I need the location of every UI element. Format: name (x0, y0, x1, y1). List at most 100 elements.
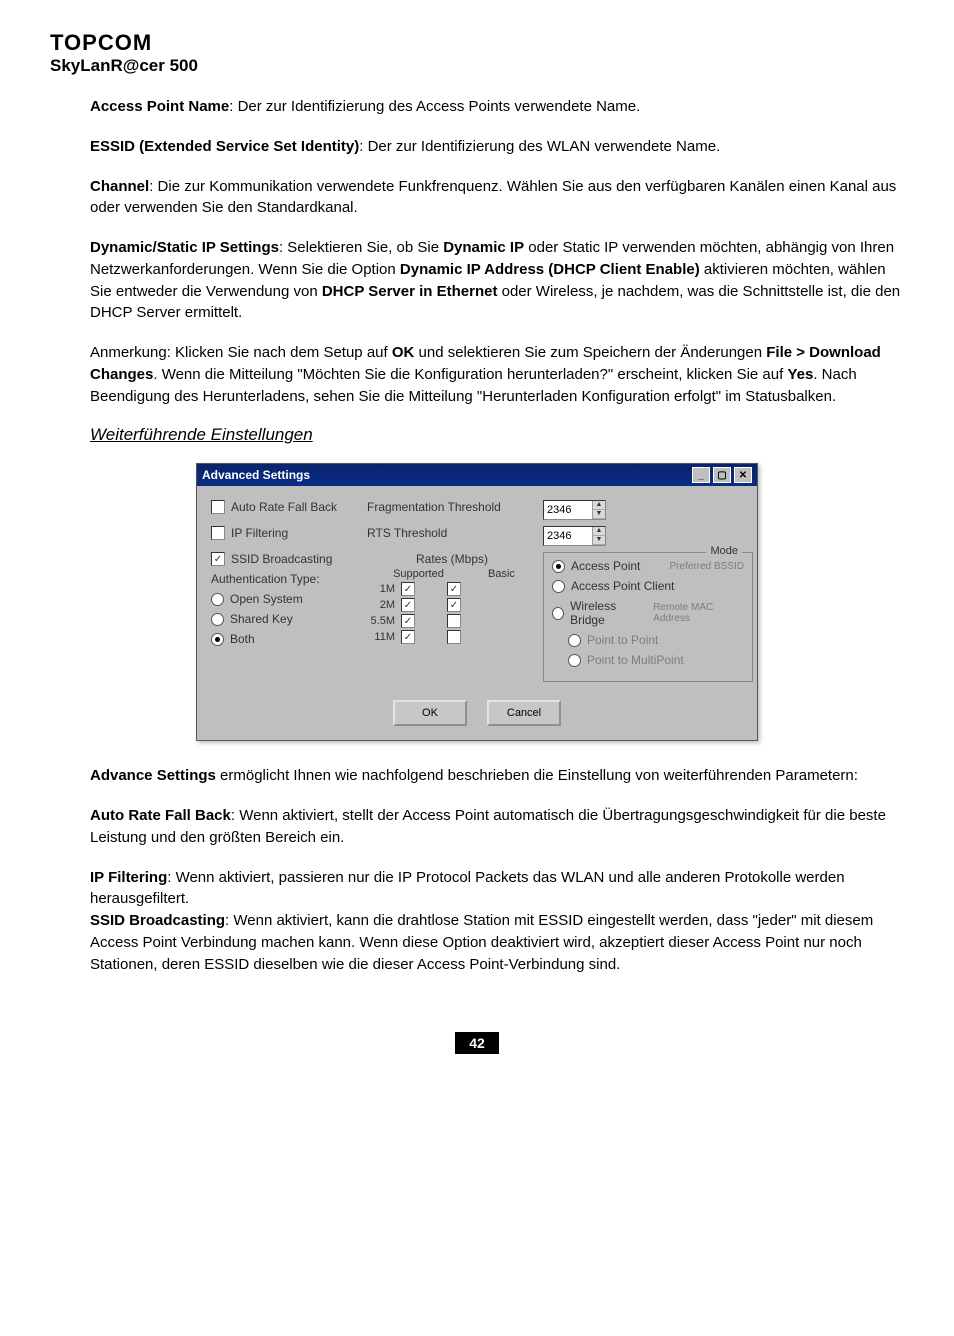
window-title: Advanced Settings (202, 468, 310, 482)
checkbox-icon (211, 500, 225, 514)
rts-threshold-field: ▲▼ (543, 526, 753, 546)
para-essid: ESSID (Extended Service Set Identity): D… (50, 136, 904, 158)
shared-key-radio[interactable]: Shared Key (211, 612, 361, 626)
close-icon[interactable]: ✕ (734, 467, 752, 483)
basic-col: Basic (488, 568, 515, 580)
brand-text: TOPCOM (50, 30, 904, 56)
label: Both (230, 632, 255, 646)
maximize-icon[interactable]: ▢ (713, 467, 731, 483)
titlebar-buttons: _ ▢ ✕ (692, 467, 752, 483)
rates-title: Rates (Mbps) (367, 552, 537, 566)
page-number: 42 (50, 1035, 904, 1052)
settings-panel: Auto Rate Fall Back Fragmentation Thresh… (197, 486, 757, 692)
label: Point to MultiPoint (587, 653, 684, 667)
page-number-badge: 42 (455, 1032, 499, 1054)
radio-icon (552, 580, 565, 593)
open-system-radio[interactable]: Open System (211, 592, 361, 606)
para-ip-ssid: IP Filtering: Wenn aktiviert, passieren … (50, 867, 904, 976)
para-note: Anmerkung: Klicken Sie nach dem Setup au… (50, 342, 904, 407)
radio-icon (211, 633, 224, 646)
supported-check[interactable]: ✓ (401, 614, 415, 628)
frag-value[interactable] (544, 503, 592, 517)
rest: : Der zur Identifizierung des Access Poi… (229, 98, 640, 115)
basic-check[interactable]: ✓ (447, 598, 461, 612)
mode-access-point[interactable]: Access Point Preferred BSSID (552, 559, 744, 573)
remote-mac-label: Remote MAC Address (653, 602, 744, 624)
lead: IP Filtering (90, 869, 167, 886)
rest: : Die zur Kommunikation verwendete Funkf… (90, 178, 896, 217)
mode-group: Mode Access Point Preferred BSSID Access… (543, 552, 753, 682)
supported-check[interactable]: ✓ (401, 630, 415, 644)
lead: ESSID (Extended Service Set Identity) (90, 138, 359, 155)
label: Access Point Client (571, 579, 674, 593)
frag-threshold-input[interactable]: ▲▼ (543, 500, 606, 520)
t: : Wenn aktiviert, passieren nur die IP P… (90, 869, 845, 908)
radio-icon (211, 613, 224, 626)
ip-filtering-checkbox[interactable]: IP Filtering (211, 526, 361, 540)
lead: Channel (90, 178, 149, 195)
auto-rate-checkbox[interactable]: Auto Rate Fall Back (211, 500, 361, 514)
label: SSID Broadcasting (231, 552, 332, 566)
radio-icon (552, 607, 564, 620)
ok-button[interactable]: OK (393, 700, 467, 726)
para-ap-name: Access Point Name: Der zur Identifizieru… (50, 96, 904, 118)
t: Anmerkung: Klicken Sie nach dem Setup au… (90, 344, 392, 361)
radio-icon (552, 560, 565, 573)
both-radio[interactable]: Both (211, 632, 361, 646)
radio-icon (568, 634, 581, 647)
b: OK (392, 344, 415, 361)
supported-col: Supported (393, 568, 444, 580)
t: : Selektieren Sie, ob Sie (279, 239, 443, 256)
ssid-broadcasting-checkbox[interactable]: ✓ SSID Broadcasting (211, 552, 361, 566)
label: Shared Key (230, 612, 293, 626)
frag-threshold-label: Fragmentation Threshold (367, 500, 537, 520)
frag-threshold-field: ▲▼ (543, 500, 753, 520)
supported-check[interactable]: ✓ (401, 598, 415, 612)
mode-ap-client[interactable]: Access Point Client (552, 579, 744, 593)
rates-block: Rates (Mbps) Supported Basic 1M ✓ ✓ 2M ✓ (367, 552, 537, 682)
rts-value[interactable] (544, 529, 592, 543)
b: Dynamic IP Address (DHCP Client Enable) (400, 261, 700, 278)
lead: Access Point Name (90, 98, 229, 115)
mode-legend: Mode (706, 545, 742, 557)
rate-1m: 1M ✓ ✓ (367, 582, 537, 596)
rate-label: 2M (367, 599, 395, 611)
page: TOPCOM SkyLanR@cer 500 Access Point Name… (0, 0, 954, 1092)
b: DHCP Server in Ethernet (322, 283, 498, 300)
minimize-icon[interactable]: _ (692, 467, 710, 483)
left-block: ✓ SSID Broadcasting Authentication Type:… (211, 552, 361, 682)
rate-label: 1M (367, 583, 395, 595)
rates-columns: Supported Basic (367, 568, 537, 580)
advanced-settings-window: Advanced Settings _ ▢ ✕ Auto Rate Fall B… (196, 463, 758, 741)
cancel-button[interactable]: Cancel (487, 700, 561, 726)
rts-threshold-input[interactable]: ▲▼ (543, 526, 606, 546)
checkbox-icon (211, 526, 225, 540)
screenshot-wrap: Advanced Settings _ ▢ ✕ Auto Rate Fall B… (50, 463, 904, 741)
rate-2m: 2M ✓ ✓ (367, 598, 537, 612)
basic-check[interactable]: ✓ (447, 582, 461, 596)
rate-label: 11M (367, 631, 395, 643)
rts-threshold-label: RTS Threshold (367, 526, 537, 546)
section-title: Weiterführende Einstellungen (50, 425, 904, 445)
rest: ermöglicht Ihnen wie nachfolgend beschri… (216, 767, 858, 784)
t: und selektieren Sie zum Speichern der Än… (414, 344, 766, 361)
para-dynamic-ip: Dynamic/Static IP Settings: Selektieren … (50, 237, 904, 324)
supported-check[interactable]: ✓ (401, 582, 415, 596)
t: . Wenn die Mitteilung "Möchten Sie die K… (153, 366, 787, 383)
rate-label: 5.5M (367, 615, 395, 627)
basic-check[interactable] (447, 630, 461, 644)
label: IP Filtering (231, 526, 288, 540)
rate-5m: 5.5M ✓ (367, 614, 537, 628)
pref-bssid-label: Preferred BSSID (670, 561, 744, 572)
b: Dynamic IP (443, 239, 524, 256)
rate-11m: 11M ✓ (367, 630, 537, 644)
auth-type-label: Authentication Type: (211, 572, 361, 586)
lead: SSID Broadcasting (90, 912, 225, 929)
mode-wireless-bridge[interactable]: Wireless Bridge Remote MAC Address (552, 599, 744, 627)
label: Auto Rate Fall Back (231, 500, 337, 514)
para-auto-rate: Auto Rate Fall Back: Wenn aktiviert, ste… (50, 805, 904, 849)
basic-check[interactable] (447, 614, 461, 628)
label: Open System (230, 592, 303, 606)
mode-p2p: Point to Point (568, 633, 744, 647)
lead: Dynamic/Static IP Settings (90, 239, 279, 256)
